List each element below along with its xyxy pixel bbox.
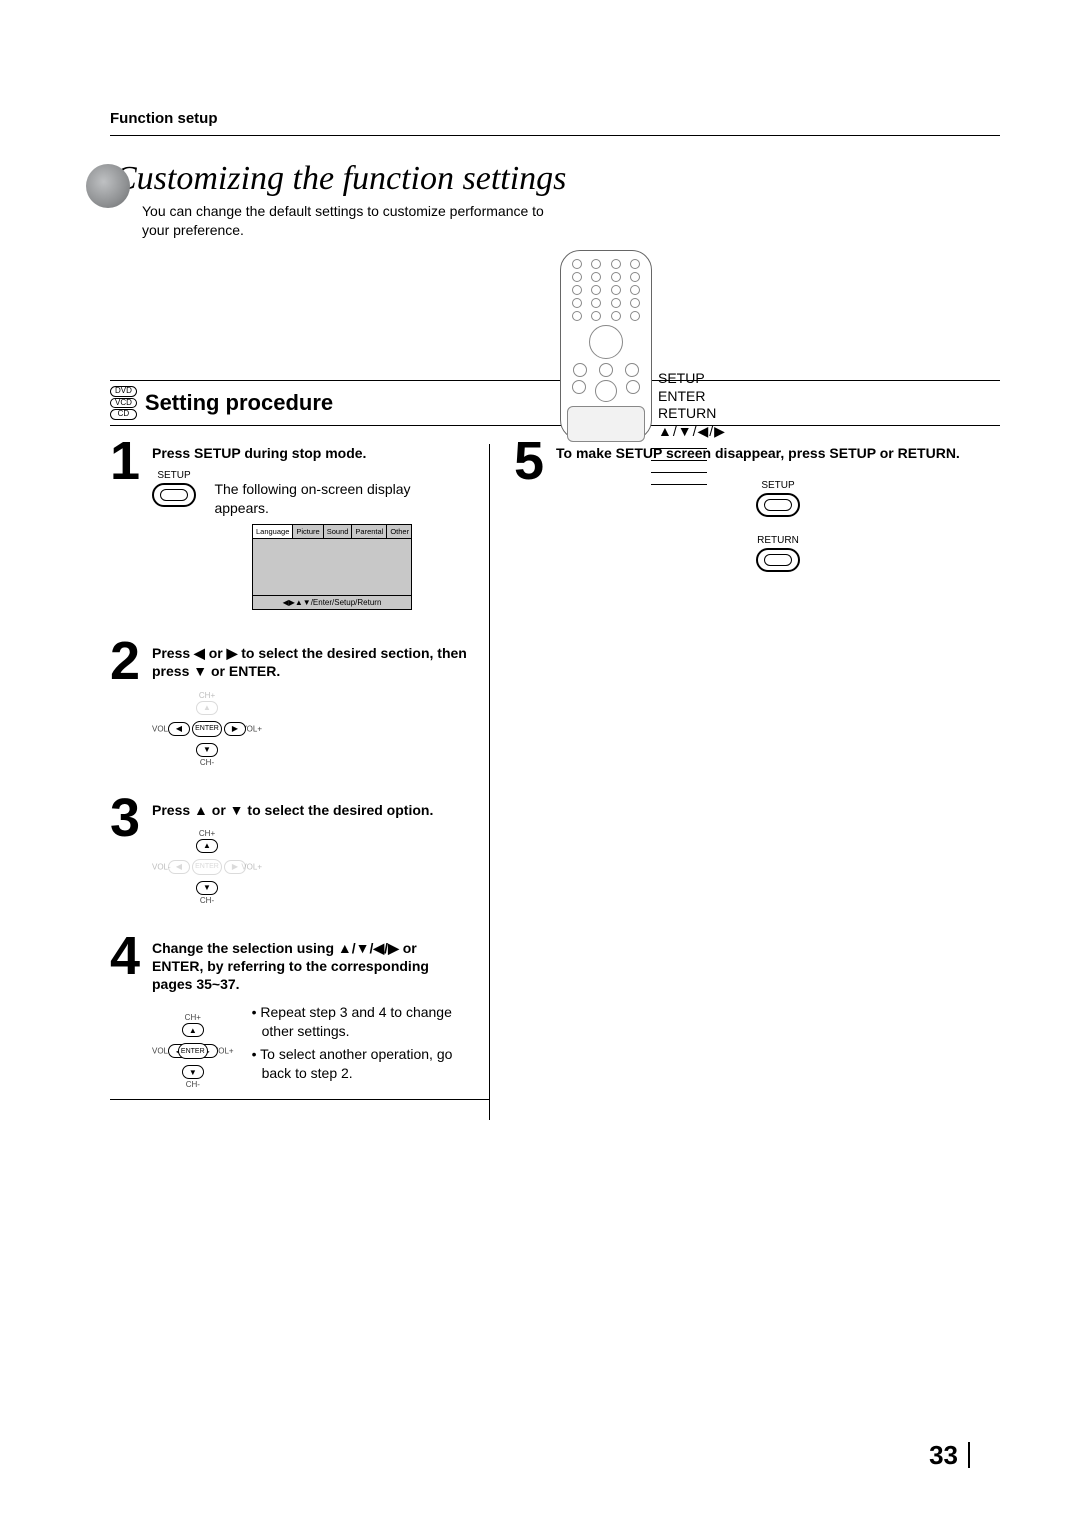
dpad-label-down: CH- — [200, 758, 214, 767]
step-number-1: 1 — [110, 434, 140, 488]
dpad-enter: ENTER — [192, 859, 222, 875]
remote-label-arrows: ▲/▼/◀/▶ — [658, 423, 726, 441]
remote-label-enter: ENTER — [658, 388, 726, 406]
step-1-title: Press SETUP during stop mode. — [152, 444, 471, 462]
intro-text: You can change the default settings to c… — [142, 202, 572, 240]
dpad-label-down: CH- — [200, 896, 214, 905]
section-label: Function setup — [110, 110, 1000, 127]
step-2-title: Press ◀ or ▶ to select the desired secti… — [152, 644, 471, 680]
step-1-text: The following on-screen display appears. — [214, 480, 434, 518]
dpad-enter: ENTER — [178, 1043, 208, 1059]
step-number-2: 2 — [110, 634, 140, 688]
step-number-3: 3 — [110, 791, 140, 845]
badge-cd: CD — [110, 409, 137, 420]
dpad-icon: CH+ CH- VOL- VOL+ ▲ ▼ ◀ ▶ ENTER — [152, 691, 262, 767]
title-disc-icon — [86, 164, 130, 208]
dpad-label-up: CH+ — [199, 691, 215, 700]
osd-tab-other: Other — [387, 525, 412, 538]
step-1: 1 Press SETUP during stop mode. SETUP Th… — [110, 444, 471, 610]
section-heading: Setting procedure — [145, 390, 333, 416]
remote-label-return: RETURN — [658, 405, 726, 423]
dpad-label-down: CH- — [186, 1080, 200, 1089]
badge-vcd: VCD — [110, 398, 137, 409]
setup-button-label: SETUP — [157, 470, 190, 481]
page-number: 33 — [929, 1442, 970, 1468]
dpad-label-up: CH+ — [185, 1013, 201, 1022]
dpad-icon: CH+ CH- VOL- VOL+ ▲ ▼ ◀ ▶ ENTER — [152, 829, 262, 905]
step-3-title: Press ▲ or ▼ to select the desired optio… — [152, 801, 471, 819]
step-4-bullet-1: • Repeat step 3 and 4 to change other se… — [252, 1003, 471, 1041]
return-button-icon: RETURN — [556, 535, 1000, 572]
osd-tab-language: Language — [253, 525, 293, 538]
step-5-title: To make SETUP screen disappear, press SE… — [556, 444, 1000, 462]
osd-tab-picture: Picture — [293, 525, 323, 538]
badge-dvd: DVD — [110, 386, 137, 397]
setup-button-icon: SETUP — [152, 470, 196, 507]
osd-tab-sound: Sound — [324, 525, 353, 538]
setup-button-icon: SETUP — [556, 480, 1000, 517]
step-number-5: 5 — [514, 434, 544, 488]
remote-label-setup: SETUP — [658, 370, 726, 388]
step-5: 5 To make SETUP screen disappear, press … — [514, 444, 1000, 572]
dpad-icon: CH+ CH- VOL- VOL+ ▲ ▼ ◀ ▶ ENTER — [152, 1013, 234, 1089]
step-4-title: Change the selection using ▲/▼/◀/▶ or EN… — [152, 939, 471, 994]
step-4-bullet-2: • To select another operation, go back t… — [252, 1045, 471, 1083]
return-button-label: RETURN — [757, 535, 799, 546]
step-4: 4 Change the selection using ▲/▼/◀/▶ or … — [110, 939, 471, 1090]
dpad-enter: ENTER — [192, 721, 222, 737]
osd-menu: Language Picture Sound Parental Other ◀▶… — [252, 524, 412, 610]
step-number-4: 4 — [110, 929, 140, 983]
setup-button-label: SETUP — [761, 480, 794, 491]
osd-footer: ◀▶▲▼/Enter/Setup/Return — [253, 595, 411, 609]
page-title: Customizing the function settings — [114, 160, 1000, 198]
remote-illustration: SETUP ENTER RETURN ▲/▼/◀/▶ — [560, 250, 726, 440]
media-badges: DVD VCD CD — [110, 386, 137, 420]
osd-tab-parental: Parental — [352, 525, 387, 538]
step-2: 2 Press ◀ or ▶ to select the desired sec… — [110, 644, 471, 766]
dpad-label-up: CH+ — [199, 829, 215, 838]
step-3: 3 Press ▲ or ▼ to select the desired opt… — [110, 801, 471, 905]
